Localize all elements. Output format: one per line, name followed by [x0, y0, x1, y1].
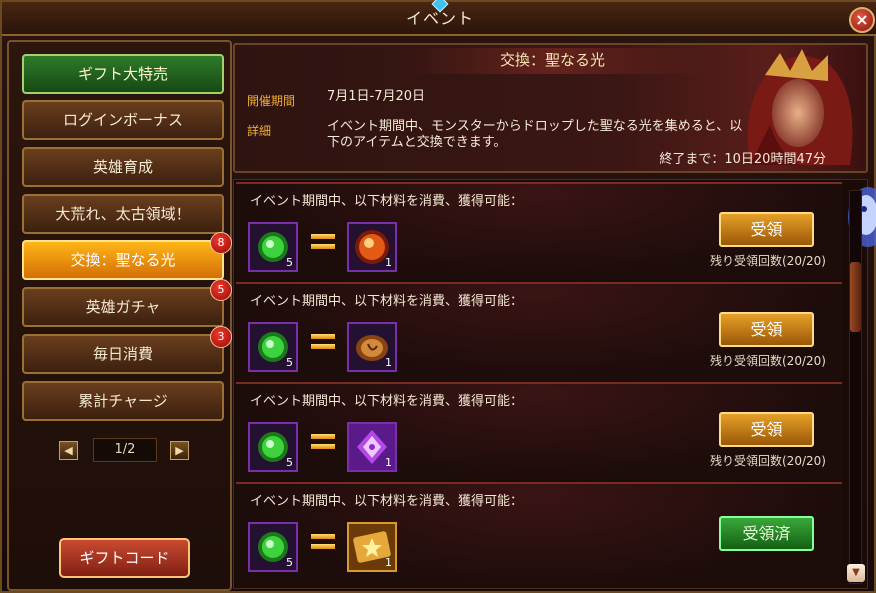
sidebar-item-login-bonus[interactable]: ログインボーナス [22, 100, 224, 140]
sidebar: ギフト大特売 ログインボーナス 英雄育成 大荒れ、太古領域！ 交換：聖なる光 8… [7, 40, 232, 591]
sidebar-item-label: 交換：聖なる光 [70, 251, 176, 269]
next-page-button[interactable]: ▶ [170, 441, 189, 460]
pager: ◀ 1/2 ▶ [59, 438, 194, 464]
sidebar-item-gift-sale[interactable]: ギフト大特売 [22, 54, 224, 94]
sidebar-item-holy-light-exchange[interactable]: 交換：聖なる光 8 [22, 232, 232, 280]
equals-icon [311, 234, 335, 249]
item-quantity: 1 [385, 256, 392, 269]
row-heading: イベント期間中、以下材料を消費、獲得可能： [250, 194, 524, 209]
holy-light-orb-icon[interactable]: 5 [248, 222, 298, 272]
holy-light-orb-icon[interactable]: 5 [248, 422, 298, 472]
exchange-row: イベント期間中、以下材料を消費、獲得可能： 5 1 受領 残り受領回数(20/2… [236, 382, 842, 480]
period-value: 7月1日-7月20日 [327, 89, 426, 104]
item-quantity: 5 [286, 556, 293, 569]
sidebar-item-label: 英雄ガチャ [85, 298, 161, 316]
notification-badge: 3 [210, 326, 232, 348]
notification-badge: 5 [210, 279, 232, 301]
period-label: 開催期間 [247, 94, 296, 108]
exchange-row: イベント期間中、以下材料を消費、獲得可能： 5 1 受領 残り受領回数(20/2… [236, 282, 842, 380]
sidebar-item-cumulative-charge[interactable]: 累計チャージ [22, 381, 224, 421]
detail-line-1: イベント期間中、モンスターからドロップした聖なる光を集めると、以 [327, 119, 743, 134]
scrollbar-track[interactable] [849, 190, 862, 584]
claim-button[interactable]: 受領 [719, 312, 814, 347]
event-header: 交換：聖なる光 開催期間 7月1日-7月20日 詳細 イベント期間中、モンスター… [233, 43, 868, 173]
equals-icon [311, 534, 335, 549]
item-quantity: 5 [286, 456, 293, 469]
exchange-row: イベント期間中、以下材料を消費、獲得可能： 5 1 受領済 [236, 482, 842, 588]
row-heading: イベント期間中、以下材料を消費、獲得可能： [250, 394, 524, 409]
sidebar-item-hero-gacha[interactable]: 英雄ガチャ 5 [22, 279, 232, 327]
item-quantity: 5 [286, 356, 293, 369]
page-indicator: 1/2 [93, 438, 157, 462]
claimed-button: 受領済 [719, 516, 814, 551]
equals-icon [311, 334, 335, 349]
claim-button[interactable]: 受領 [719, 212, 814, 247]
equals-icon [311, 434, 335, 449]
item-quantity: 5 [286, 256, 293, 269]
item-quantity: 1 [385, 556, 392, 569]
sidebar-item-hero-training[interactable]: 英雄育成 [22, 147, 224, 187]
holy-light-orb-icon[interactable]: 5 [248, 522, 298, 572]
claim-button[interactable]: 受領 [719, 412, 814, 447]
exchange-row: イベント期間中、以下材料を消費、獲得可能： 5 1 受領 残り受領回数(20/2… [236, 182, 842, 280]
holy-light-orb-icon[interactable]: 5 [248, 322, 298, 372]
prev-page-button[interactable]: ◀ [59, 441, 78, 460]
event-window: イベント × ギフト大特売 ログインボーナス 英雄育成 大荒れ、太古領域！ 交換… [0, 0, 876, 593]
gold-star-scroll-icon[interactable]: 1 [347, 522, 397, 572]
bronze-emblem-icon[interactable]: 1 [347, 322, 397, 372]
purple-crest-icon[interactable]: 1 [347, 422, 397, 472]
row-heading: イベント期間中、以下材料を消費、獲得可能： [250, 494, 524, 509]
item-quantity: 1 [385, 356, 392, 369]
sidebar-item-ancient-domain[interactable]: 大荒れ、太古領域！ [22, 194, 224, 234]
sidebar-item-label: 毎日消費 [92, 345, 153, 363]
close-button[interactable]: × [849, 7, 875, 33]
remaining-claims: 残り受領回数(20/20) [710, 254, 826, 268]
item-quantity: 1 [385, 456, 392, 469]
remaining-claims: 残り受領回数(20/20) [710, 454, 826, 468]
remaining-claims: 残り受領回数(20/20) [710, 354, 826, 368]
title-bar: イベント × [2, 0, 876, 36]
gift-code-button[interactable]: ギフトコード [59, 538, 190, 578]
detail-label: 詳細 [247, 124, 272, 138]
exchange-list: イベント期間中、以下材料を消費、獲得可能： 5 1 受領 残り受領回数(20/2… [233, 179, 868, 589]
scroll-down-button[interactable]: ▼ [847, 564, 865, 582]
sidebar-item-daily-spend[interactable]: 毎日消費 3 [22, 326, 232, 374]
scrollbar-thumb[interactable] [850, 262, 861, 332]
detail-line-2: 下のアイテムと交換できます。 [327, 135, 507, 150]
fire-orb-icon[interactable]: 1 [347, 222, 397, 272]
notification-badge: 8 [210, 232, 232, 254]
time-remaining: 終了まで：10日20時間47分 [659, 152, 826, 167]
event-title: 交換：聖なる光 [499, 51, 605, 69]
row-heading: イベント期間中、以下材料を消費、獲得可能： [250, 294, 524, 309]
